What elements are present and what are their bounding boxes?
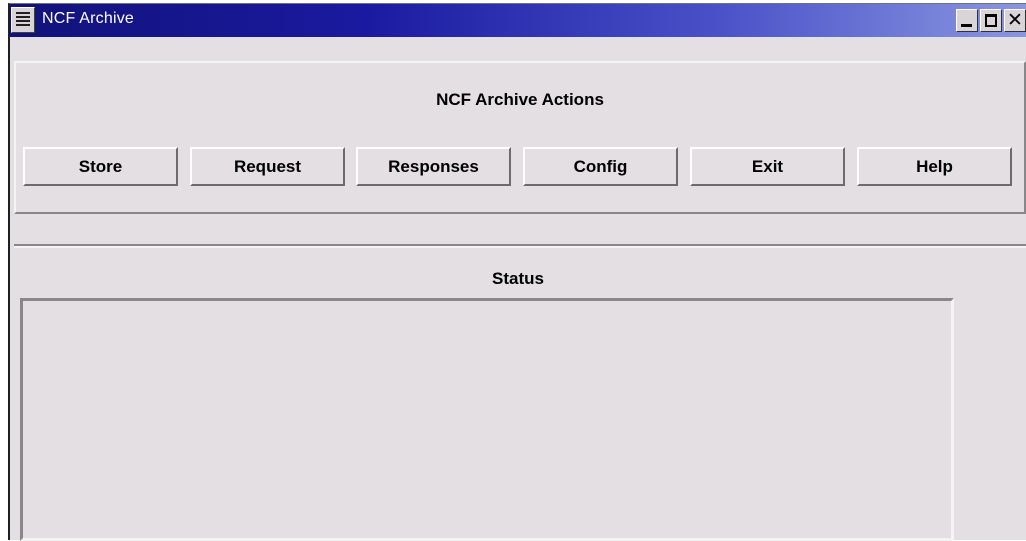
- minimize-icon[interactable]: [956, 9, 978, 32]
- status-text-area[interactable]: [20, 298, 954, 541]
- window-title: NCF Archive: [42, 10, 134, 27]
- actions-panel: NCF Archive Actions Store Request Respon…: [14, 61, 1026, 214]
- window-menu-icon[interactable]: [11, 7, 35, 33]
- help-button[interactable]: Help: [857, 147, 1012, 186]
- exit-button[interactable]: Exit: [690, 147, 845, 186]
- actions-title: NCF Archive Actions: [436, 90, 604, 109]
- section-divider: [14, 244, 1026, 248]
- responses-button[interactable]: Responses: [356, 147, 511, 186]
- status-title: Status: [492, 269, 544, 288]
- request-button[interactable]: Request: [190, 147, 345, 186]
- maximize-icon[interactable]: [980, 9, 1002, 32]
- store-button[interactable]: Store: [23, 147, 178, 186]
- title-bar[interactable]: NCF Archive ✕: [10, 4, 1026, 37]
- config-button[interactable]: Config: [523, 147, 678, 186]
- close-icon[interactable]: ✕: [1004, 9, 1026, 32]
- app-window: NCF Archive ✕ NCF Archive Actions Store …: [8, 3, 1026, 541]
